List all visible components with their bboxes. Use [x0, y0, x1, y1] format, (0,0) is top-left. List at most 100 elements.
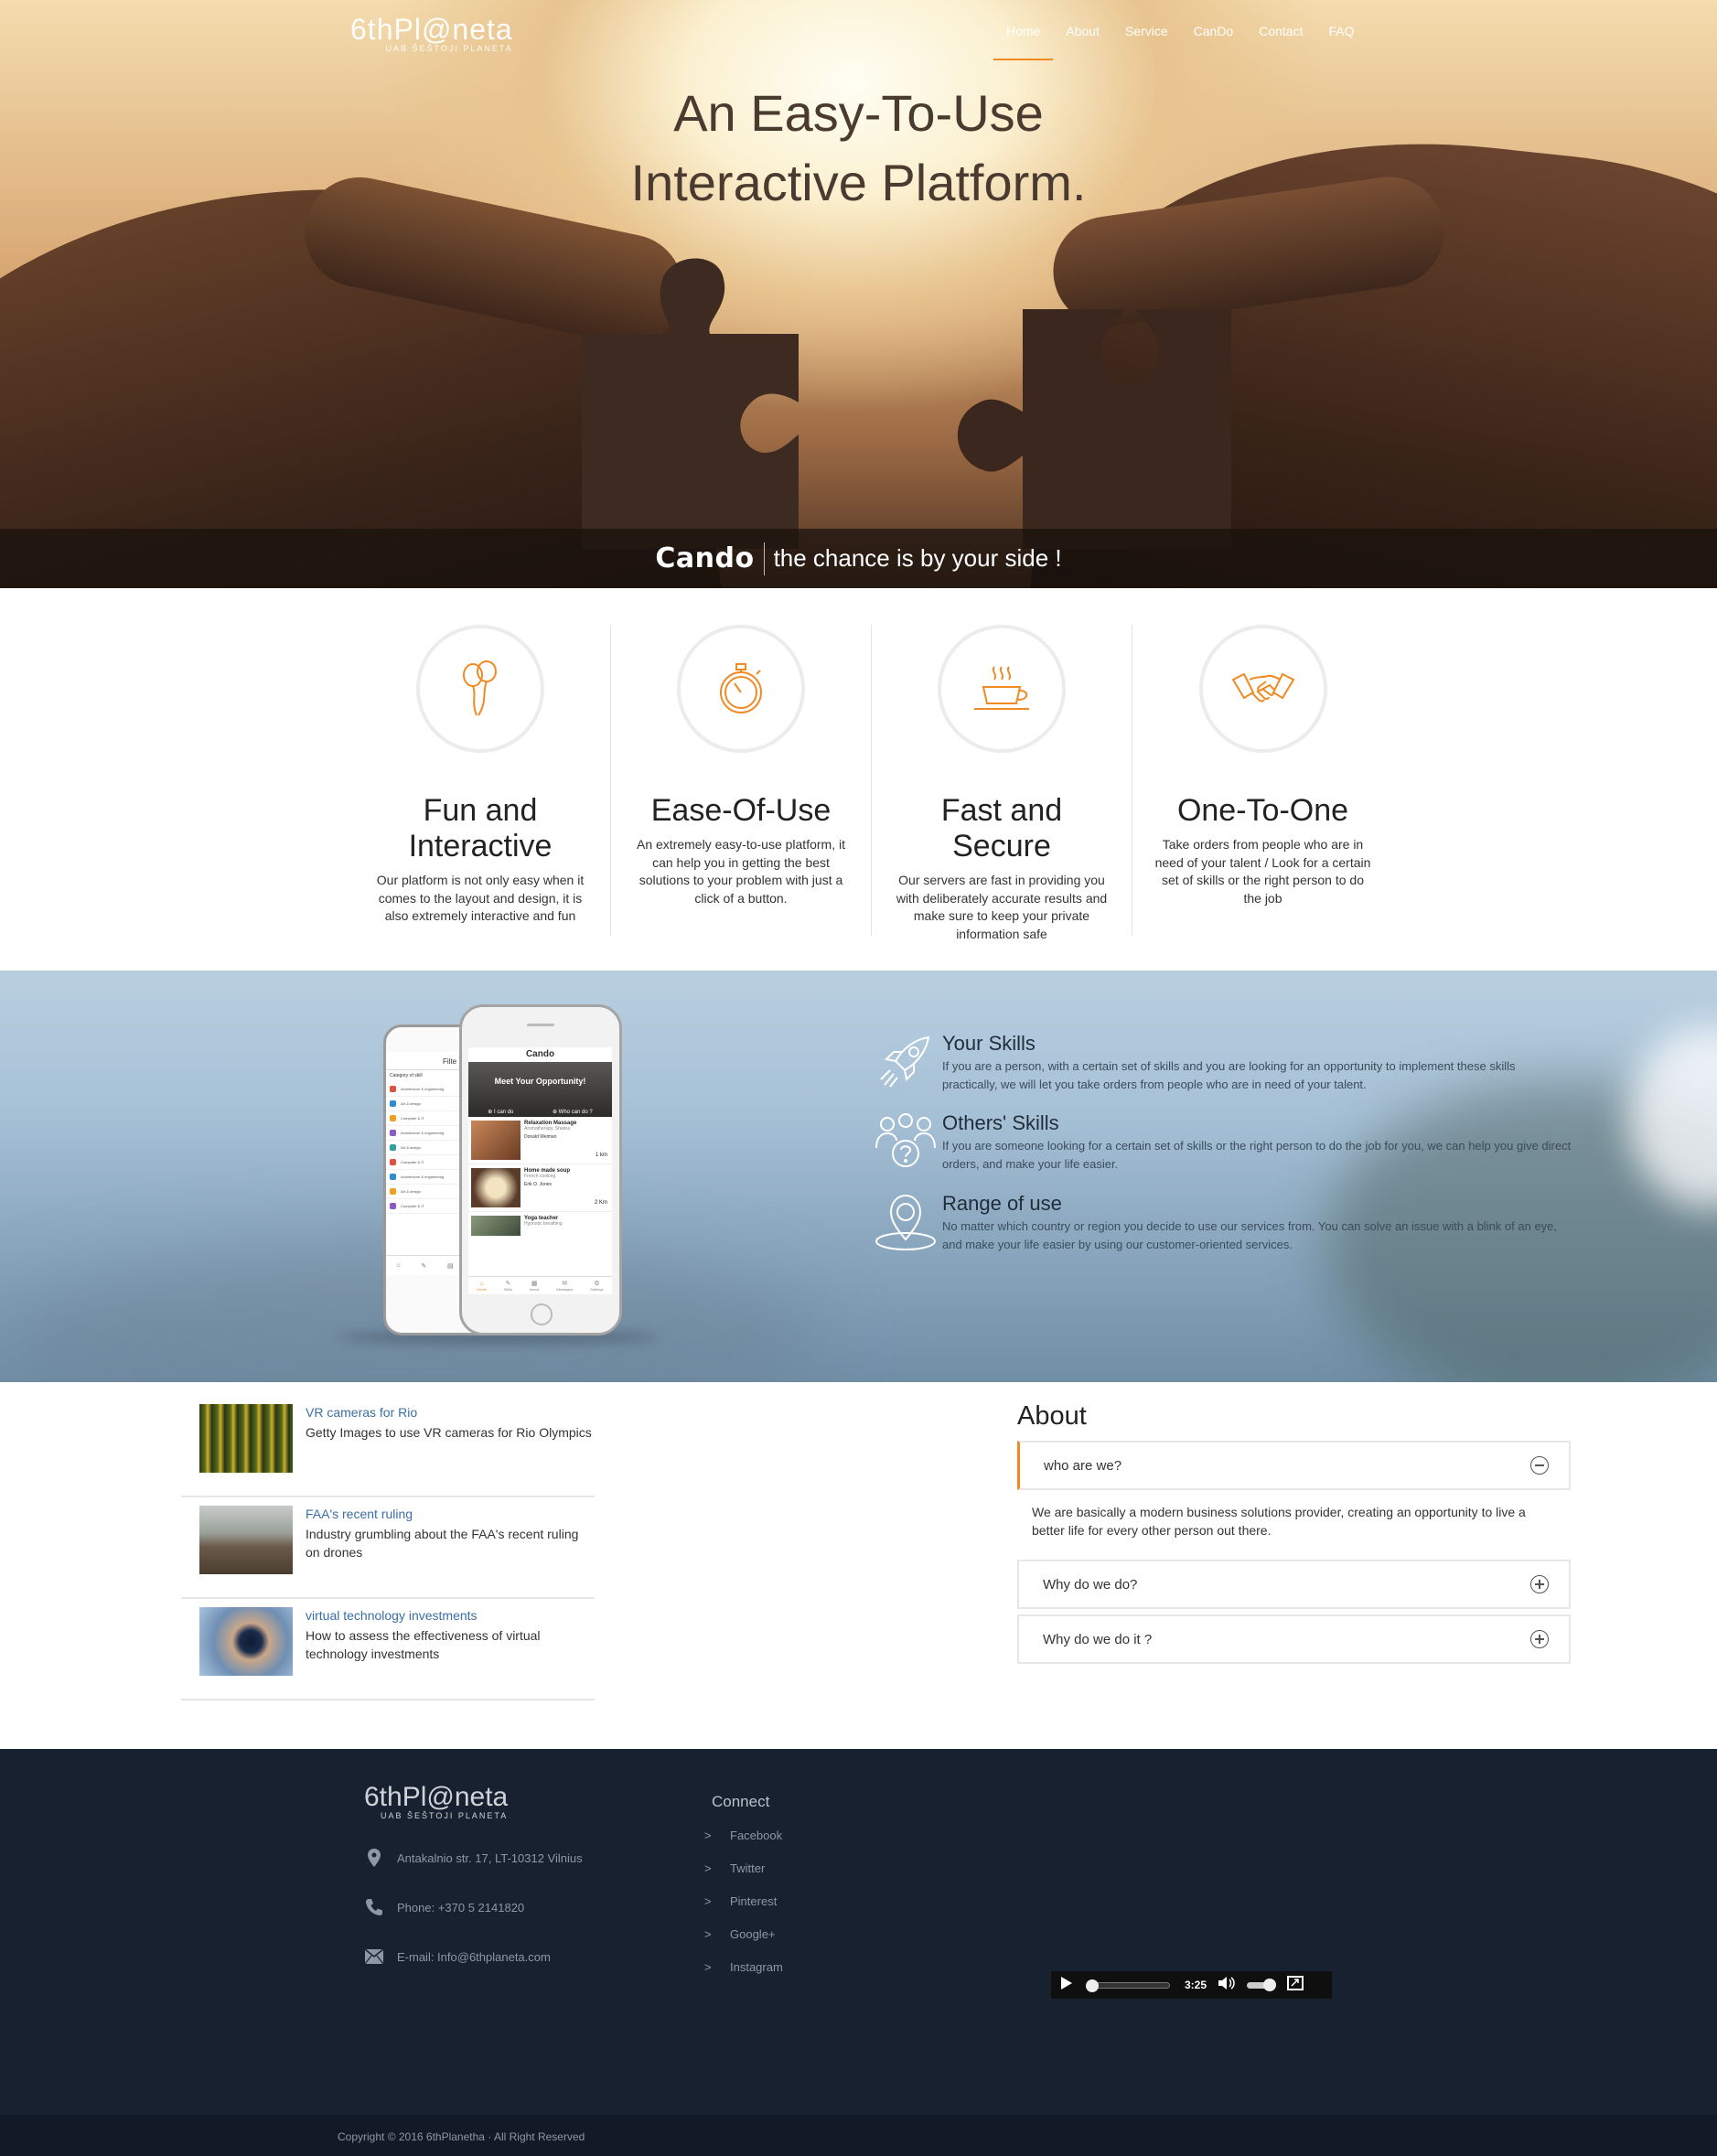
skill-title: Your Skills [942, 1032, 1036, 1055]
social-link-google-plus[interactable]: > Google+ [704, 1925, 783, 1942]
category-item[interactable]: Architecture & engineering [386, 1082, 464, 1097]
seek-handle[interactable] [1086, 1979, 1099, 1992]
who-can-do-button[interactable]: ⊕ Who can do ? [553, 1109, 593, 1115]
feature-title: Fun and Interactive [408, 793, 553, 863]
volume-handle[interactable] [1263, 1978, 1277, 1991]
social-label: Facebook [730, 1828, 783, 1842]
rocket-icon [869, 1032, 942, 1093]
social-link-facebook[interactable]: > Facebook [704, 1827, 783, 1843]
accordion-why-do-we-do-it[interactable]: Why do we do it ? [1017, 1614, 1571, 1664]
category-item[interactable]: Computer & IT [386, 1111, 464, 1126]
tab-home[interactable]: ⌂ Home [477, 1281, 487, 1292]
category-icon [390, 1144, 396, 1151]
news-link[interactable]: VR cameras for Rio [306, 1404, 592, 1421]
accordion-why-do-we-do[interactable]: Why do we do? [1017, 1560, 1571, 1609]
phone-text[interactable]: Phone: +370 5 2141820 [397, 1901, 524, 1915]
tab-skills[interactable]: ✎ Skills [504, 1280, 512, 1292]
feature-text: Take orders from people who are in need … [1154, 837, 1371, 906]
fullscreen-icon[interactable] [1287, 1975, 1304, 1995]
footer-logo[interactable]: 6thPl@neta UAB ŠEŠTOJI PLANETA [364, 1782, 508, 1820]
news-item[interactable]: virtual technology investments How to as… [181, 1599, 595, 1700]
tab-icon[interactable]: ✎ [421, 1262, 426, 1270]
social-link-instagram[interactable]: > Instagram [704, 1958, 783, 1975]
tab-icon: ⚙ [594, 1281, 600, 1287]
tab-settings[interactable]: ⚙ Settings [590, 1280, 603, 1292]
nav-faq[interactable]: FAQ [1315, 24, 1367, 60]
expand-icon[interactable] [1530, 1575, 1549, 1593]
tab-label: Skills [503, 1287, 513, 1292]
category-list: Architecture & engineering Art & design Co… [386, 1082, 464, 1214]
tab-messages[interactable]: ✉ Messages [556, 1280, 573, 1292]
skill-title: Others' Skills [942, 1111, 1059, 1134]
news-item[interactable]: VR cameras for Rio Getty Images to use V… [181, 1396, 595, 1497]
coffee-cup-icon [938, 625, 1066, 753]
filter-title: Filte [386, 1052, 464, 1070]
nav-service[interactable]: Service [1112, 24, 1181, 60]
news-link[interactable]: FAA's recent ruling [306, 1506, 595, 1522]
news-thumbnail[interactable] [199, 1404, 293, 1473]
category-label: Computer & IT [401, 1204, 425, 1208]
logo-text: 6thPl@neta [350, 13, 513, 46]
volume-slider[interactable] [1247, 1978, 1277, 1991]
i-can-do-button[interactable]: ⊕ I can do [488, 1109, 513, 1115]
accordion-answer: We are basically a modern business solut… [1032, 1505, 1526, 1538]
nav-cando[interactable]: CanDo [1181, 24, 1247, 60]
handshake-icon [1198, 625, 1327, 753]
category-item[interactable]: Computer & IT [386, 1155, 464, 1170]
footer-bottom-bar [0, 2115, 1717, 2156]
seek-bar[interactable] [1086, 1979, 1170, 1992]
category-item[interactable]: Computer & IT [386, 1199, 464, 1214]
news-list: VR cameras for Rio Getty Images to use V… [181, 1396, 595, 1700]
listing-thumb [471, 1121, 520, 1160]
news-desc: Industry grumbling about the FAA's recen… [306, 1527, 579, 1560]
category-item[interactable]: Art & design [386, 1141, 464, 1155]
tab-label: Settings [590, 1287, 604, 1292]
connect-links: Connect > Facebook > Twitter > Pinterest > G… [704, 1793, 783, 1991]
volume-icon[interactable] [1218, 1976, 1236, 1995]
accordion-who-are-we[interactable]: who are we? [1017, 1441, 1571, 1490]
news-thumbnail[interactable] [199, 1506, 293, 1574]
expand-icon[interactable] [1530, 1630, 1549, 1648]
category-icon [390, 1115, 396, 1121]
nav-about[interactable]: About [1053, 24, 1112, 60]
listing-item[interactable]: Home made soup French cooking Erik O. Jo… [468, 1164, 612, 1212]
listing-person: Erik O. Jones [524, 1182, 553, 1187]
play-icon[interactable] [1060, 1976, 1073, 1995]
collapse-icon[interactable] [1530, 1456, 1549, 1475]
header-logo[interactable]: 6thPl@neta UAB ŠEŠTOJI PLANETA [350, 13, 513, 53]
i-can-do-label: I can do [494, 1110, 514, 1115]
category-label: Computer & IT [401, 1116, 425, 1121]
news-item[interactable]: FAA's recent ruling Industry grumbling a… [181, 1497, 595, 1599]
category-item[interactable]: Architecture & engineering [386, 1170, 464, 1185]
tagline-band: Cando the chance is by your side ! [0, 529, 1717, 588]
news-thumbnail[interactable] [199, 1607, 293, 1676]
feature-text: Our platform is not only easy when it co… [376, 873, 585, 923]
chevron-right-icon: > [704, 1926, 712, 1941]
category-item[interactable]: Art & design [386, 1185, 464, 1199]
category-item[interactable]: Art & design [386, 1097, 464, 1111]
category-icon [390, 1130, 396, 1136]
tab-icon[interactable]: ▤ [447, 1262, 454, 1270]
envelope-icon [360, 1949, 388, 1964]
listing-item[interactable]: Yoga teacher Hypnotic breathing [468, 1212, 612, 1239]
social-link-pinterest[interactable]: > Pinterest [704, 1893, 783, 1909]
back-tabbar: ⌂ ✎ ▤ [386, 1255, 464, 1275]
tab-invest[interactable]: ▦ Invest [530, 1280, 540, 1292]
email-text[interactable]: E-mail: Info@6thplaneta.com [397, 1950, 551, 1964]
player-time: 3:25 [1185, 1979, 1207, 1991]
news-desc: Getty Images to use VR cameras for Rio O… [306, 1425, 592, 1440]
tab-icon: ✎ [505, 1281, 511, 1287]
nav-contact[interactable]: Contact [1246, 24, 1315, 60]
listing-item[interactable]: Relaxation Massage Aromatherapy, Shiatsu… [468, 1117, 612, 1164]
listing-person: Donald Weiman [524, 1134, 557, 1140]
news-desc: How to assess the effectiveness of virtu… [306, 1628, 541, 1661]
category-item[interactable]: Architecture & engineering [386, 1126, 464, 1141]
news-link[interactable]: virtual technology investments [306, 1607, 595, 1624]
hero-title-line1: An Easy-To-Use [673, 84, 1044, 142]
social-label: Twitter [730, 1861, 766, 1875]
nav-home[interactable]: Home [993, 24, 1054, 60]
tab-icon[interactable]: ⌂ [396, 1262, 400, 1269]
social-link-twitter[interactable]: > Twitter [704, 1860, 783, 1876]
copyright-text: Copyright © 2016 6thPlanetha · All Right… [338, 2130, 585, 2143]
puzzle-piece-left [582, 258, 799, 549]
